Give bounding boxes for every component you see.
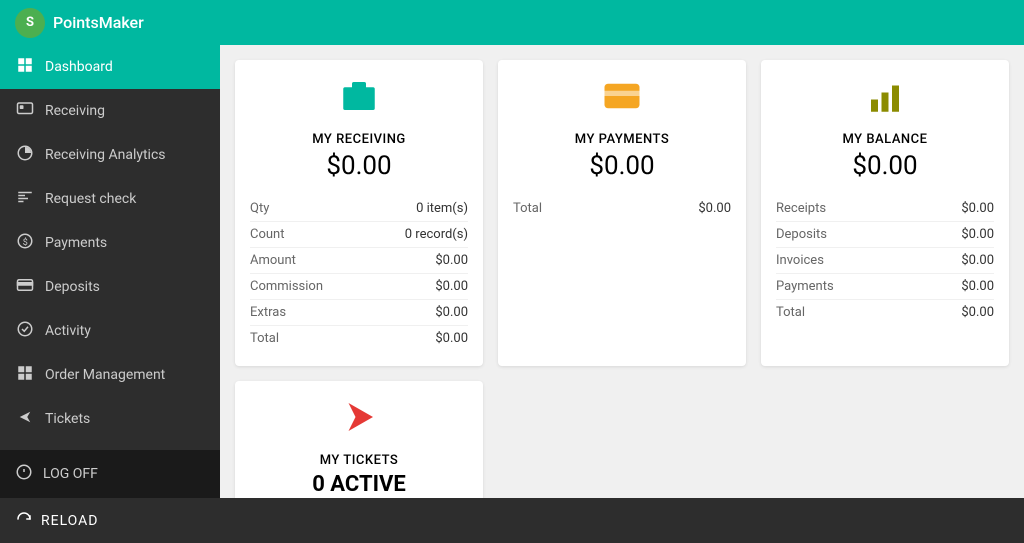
sidebar-item-receiving[interactable]: Receiving bbox=[0, 89, 220, 133]
sidebar-item-label: Receiving bbox=[45, 103, 105, 119]
bottom-bar: RELOAD bbox=[0, 498, 1024, 543]
table-row: Deposits $0.00 bbox=[776, 222, 994, 248]
logo-icon: S bbox=[15, 8, 45, 38]
table-row: Qty 0 item(s) bbox=[250, 196, 468, 222]
logoff-button[interactable]: LOG OFF bbox=[0, 450, 220, 498]
balance-card-rows: Receipts $0.00 Deposits $0.00 Invoices $… bbox=[776, 196, 994, 325]
balance-card-title: MY BALANCE bbox=[842, 132, 927, 147]
sidebar-item-label: Dashboard bbox=[45, 59, 113, 75]
balance-card-amount: $0.00 bbox=[852, 151, 917, 181]
table-row: Payments $0.00 bbox=[776, 274, 994, 300]
card-receiving-header: MY RECEIVING $0.00 bbox=[250, 75, 468, 181]
dashboard-icon bbox=[15, 56, 35, 78]
header: S PointsMaker bbox=[0, 0, 1024, 45]
card-tickets: MY TICKETS 0 ACTIVE Active - waiting on … bbox=[235, 381, 483, 498]
order-management-icon bbox=[15, 364, 35, 386]
sidebar: Dashboard Receiving bbox=[0, 45, 220, 498]
logoff-label: LOG OFF bbox=[43, 466, 98, 482]
main-layout: Dashboard Receiving bbox=[0, 45, 1024, 498]
deposits-icon bbox=[15, 276, 35, 298]
content-area: MY RECEIVING $0.00 Qty 0 item(s) Count 0… bbox=[220, 45, 1024, 498]
receiving-icon bbox=[15, 100, 35, 122]
sidebar-item-receiving-analytics[interactable]: Receiving Analytics bbox=[0, 133, 220, 177]
reload-button[interactable]: RELOAD bbox=[15, 510, 99, 532]
payments-card-rows: Total $0.00 bbox=[513, 196, 731, 221]
logoff-icon bbox=[15, 463, 33, 485]
table-row: Total $0.00 bbox=[250, 326, 468, 351]
sidebar-item-aliases[interactable]: Aliases bbox=[0, 441, 220, 450]
table-row: Total $0.00 bbox=[513, 196, 731, 221]
analytics-icon bbox=[15, 144, 35, 166]
table-row: Total $0.00 bbox=[776, 300, 994, 325]
receiving-card-rows: Qty 0 item(s) Count 0 record(s) Amount $… bbox=[250, 196, 468, 351]
card-balance-header: MY BALANCE $0.00 bbox=[776, 75, 994, 181]
payments-card-amount: $0.00 bbox=[589, 151, 654, 181]
tickets-card-amount: 0 ACTIVE bbox=[312, 472, 406, 497]
card-receiving: MY RECEIVING $0.00 Qty 0 item(s) Count 0… bbox=[235, 60, 483, 366]
table-row: Receipts $0.00 bbox=[776, 196, 994, 222]
table-row: Amount $0.00 bbox=[250, 248, 468, 274]
payments-icon: $ bbox=[15, 232, 35, 254]
sidebar-item-label: Request check bbox=[45, 191, 136, 207]
sidebar-item-activity[interactable]: Activity bbox=[0, 309, 220, 353]
sidebar-item-label: Tickets bbox=[45, 411, 90, 427]
sidebar-item-label: Order Management bbox=[45, 367, 165, 383]
tickets-card-icon bbox=[338, 396, 380, 447]
request-check-icon bbox=[15, 188, 35, 210]
sidebar-item-dashboard[interactable]: Dashboard bbox=[0, 45, 220, 89]
tickets-icon bbox=[15, 408, 35, 430]
table-row: Count 0 record(s) bbox=[250, 222, 468, 248]
receiving-card-amount: $0.00 bbox=[326, 151, 391, 181]
balance-card-icon bbox=[864, 75, 906, 126]
activity-icon bbox=[15, 320, 35, 342]
receiving-card-icon bbox=[338, 75, 380, 126]
sidebar-item-tickets[interactable]: Tickets bbox=[0, 397, 220, 441]
sidebar-item-deposits[interactable]: Deposits bbox=[0, 265, 220, 309]
app-name: PointsMaker bbox=[53, 13, 144, 32]
table-row: Commission $0.00 bbox=[250, 274, 468, 300]
card-payments: MY PAYMENTS $0.00 Total $0.00 bbox=[498, 60, 746, 366]
tickets-card-title: MY TICKETS bbox=[320, 453, 399, 468]
svg-text:$: $ bbox=[23, 237, 28, 248]
sidebar-item-request-check[interactable]: Request check bbox=[0, 177, 220, 221]
receiving-card-title: MY RECEIVING bbox=[312, 132, 406, 147]
sidebar-nav: Dashboard Receiving bbox=[0, 45, 220, 450]
sidebar-item-label: Payments bbox=[45, 235, 107, 251]
reload-icon bbox=[15, 510, 33, 532]
payments-card-icon bbox=[601, 75, 643, 126]
sidebar-item-label: Activity bbox=[45, 323, 91, 339]
table-row: Invoices $0.00 bbox=[776, 248, 994, 274]
table-row: Extras $0.00 bbox=[250, 300, 468, 326]
sidebar-item-order-management[interactable]: Order Management bbox=[0, 353, 220, 397]
sidebar-item-label: Receiving Analytics bbox=[45, 147, 166, 163]
card-payments-header: MY PAYMENTS $0.00 bbox=[513, 75, 731, 181]
sidebar-item-payments[interactable]: $ Payments bbox=[0, 221, 220, 265]
sidebar-item-label: Deposits bbox=[45, 279, 100, 295]
reload-label: RELOAD bbox=[41, 513, 99, 529]
card-balance: MY BALANCE $0.00 Receipts $0.00 Deposits… bbox=[761, 60, 1009, 366]
card-tickets-header: MY TICKETS 0 ACTIVE bbox=[250, 396, 468, 497]
payments-card-title: MY PAYMENTS bbox=[575, 132, 669, 147]
